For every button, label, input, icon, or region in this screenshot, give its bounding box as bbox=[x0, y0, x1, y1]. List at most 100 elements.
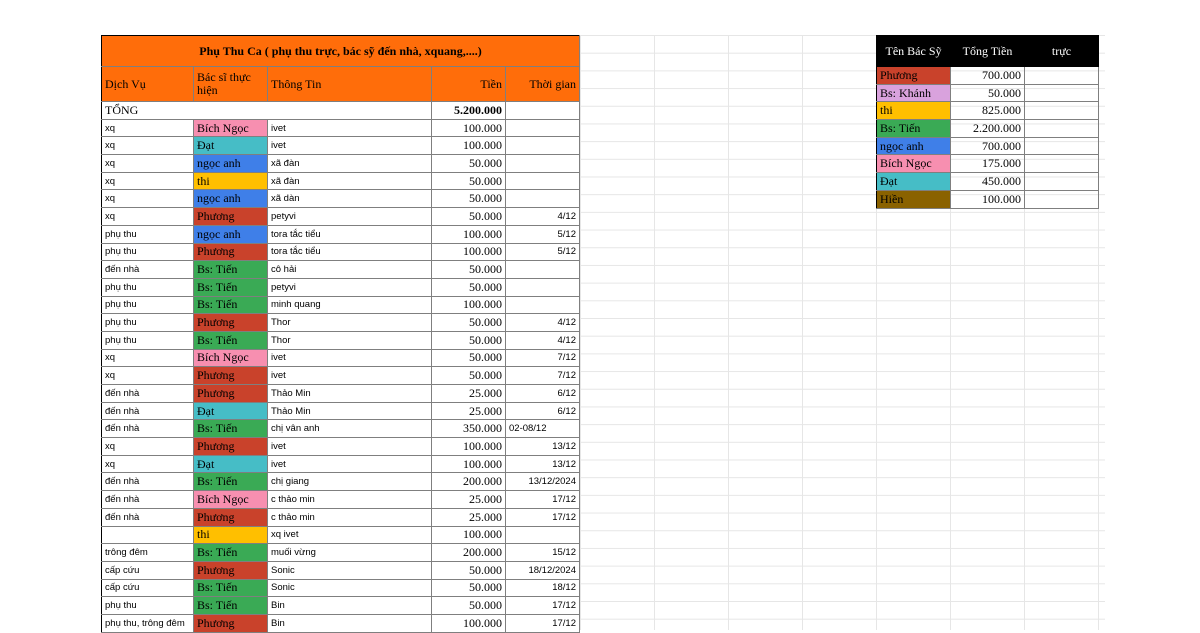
info-cell[interactable]: petyvi bbox=[267, 278, 432, 297]
table-title[interactable]: Phụ Thu Ca ( phụ thu trực, bác sỹ đến nh… bbox=[101, 35, 580, 67]
amount-cell[interactable]: 100.000 bbox=[431, 296, 506, 315]
date-cell[interactable]: 18/12 bbox=[505, 579, 580, 598]
info-cell[interactable]: xã dàn bbox=[267, 189, 432, 209]
amount-cell[interactable]: 50.000 bbox=[431, 154, 506, 173]
amount-cell[interactable]: 50.000 bbox=[431, 561, 506, 580]
amount-cell[interactable]: 50.000 bbox=[431, 189, 506, 209]
info-cell[interactable]: Bin bbox=[267, 596, 432, 615]
header-amount[interactable]: Tiền bbox=[431, 66, 506, 102]
date-cell[interactable] bbox=[505, 172, 580, 191]
amount-cell[interactable]: 50.000 bbox=[431, 596, 506, 615]
total-label[interactable]: TỔNG bbox=[101, 101, 432, 120]
doctor-cell[interactable]: thi bbox=[193, 526, 268, 545]
amount-cell[interactable]: 50.000 bbox=[431, 172, 506, 191]
service-cell[interactable]: cấp cứu bbox=[101, 579, 194, 598]
doctor-cell[interactable]: ngọc anh bbox=[193, 189, 268, 209]
summary-doctor-cell[interactable]: Hiền bbox=[876, 190, 951, 209]
service-cell[interactable]: đến nhà bbox=[101, 490, 194, 509]
info-cell[interactable]: Thảo Min bbox=[267, 402, 432, 421]
summary-doctor-cell[interactable]: Bs: Khánh bbox=[876, 84, 951, 103]
service-cell[interactable]: xq bbox=[101, 455, 194, 474]
service-cell[interactable]: đến nhà bbox=[101, 419, 194, 439]
info-cell[interactable]: ivet bbox=[267, 455, 432, 474]
date-cell[interactable]: 17/12 bbox=[505, 596, 580, 615]
doctor-cell[interactable]: Phương bbox=[193, 207, 268, 226]
summary-duty-cell[interactable] bbox=[1024, 137, 1099, 156]
info-cell[interactable]: Sonic bbox=[267, 561, 432, 580]
doctor-cell[interactable]: Bs: Tiến bbox=[193, 472, 268, 492]
service-cell[interactable]: phụ thu bbox=[101, 296, 194, 315]
doctor-cell[interactable]: Bích Ngọc bbox=[193, 119, 268, 138]
summary-total-cell[interactable]: 2.200.000 bbox=[950, 119, 1025, 138]
info-cell[interactable]: chị vân anh bbox=[267, 419, 432, 439]
doctor-cell[interactable]: Bs: Tiến bbox=[193, 331, 268, 350]
amount-cell[interactable]: 50.000 bbox=[431, 278, 506, 297]
date-cell[interactable]: 13/12 bbox=[505, 437, 580, 456]
info-cell[interactable]: ivet bbox=[267, 136, 432, 156]
summary-total-cell[interactable]: 700.000 bbox=[950, 66, 1025, 85]
amount-cell[interactable]: 25.000 bbox=[431, 384, 506, 403]
service-cell[interactable]: phụ thu, trông đêm bbox=[101, 614, 194, 633]
service-cell[interactable]: xq bbox=[101, 366, 194, 385]
service-cell[interactable]: xq bbox=[101, 119, 194, 138]
date-cell[interactable]: 6/12 bbox=[505, 384, 580, 403]
service-cell[interactable]: xq bbox=[101, 189, 194, 209]
doctor-cell[interactable]: Bs: Tiến bbox=[193, 543, 268, 562]
doctor-cell[interactable]: Phương bbox=[193, 437, 268, 456]
summary-total-cell[interactable]: 825.000 bbox=[950, 101, 1025, 121]
doctor-cell[interactable]: Bs: Tiến bbox=[193, 260, 268, 279]
doctor-cell[interactable]: Bs: Tiến bbox=[193, 296, 268, 315]
date-cell[interactable]: 17/12 bbox=[505, 508, 580, 527]
amount-cell[interactable]: 350.000 bbox=[431, 419, 506, 439]
service-cell[interactable]: phụ thu bbox=[101, 313, 194, 332]
amount-cell[interactable]: 200.000 bbox=[431, 543, 506, 562]
amount-cell[interactable]: 200.000 bbox=[431, 472, 506, 492]
header-service[interactable]: Dịch Vụ bbox=[101, 66, 194, 102]
date-cell[interactable]: 13/12/2024 bbox=[505, 472, 580, 492]
summary-doctor-cell[interactable]: ngọc anh bbox=[876, 137, 951, 156]
service-cell[interactable]: cấp cứu bbox=[101, 561, 194, 580]
date-cell[interactable]: 02-08/12 bbox=[505, 419, 580, 439]
summary-doctor-cell[interactable]: thi bbox=[876, 101, 951, 121]
service-cell[interactable] bbox=[101, 526, 194, 545]
summary-header-duty[interactable]: trực bbox=[1024, 35, 1099, 67]
service-cell[interactable]: xq bbox=[101, 349, 194, 368]
date-cell[interactable] bbox=[505, 189, 580, 209]
amount-cell[interactable]: 100.000 bbox=[431, 437, 506, 456]
amount-cell[interactable]: 50.000 bbox=[431, 313, 506, 332]
info-cell[interactable]: xã đàn bbox=[267, 154, 432, 173]
date-cell[interactable]: 7/12 bbox=[505, 366, 580, 385]
amount-cell[interactable]: 25.000 bbox=[431, 490, 506, 509]
service-cell[interactable]: đến nhà bbox=[101, 402, 194, 421]
date-cell[interactable] bbox=[505, 154, 580, 173]
info-cell[interactable]: xq ivet bbox=[267, 526, 432, 545]
summary-doctor-cell[interactable]: Đạt bbox=[876, 172, 951, 191]
doctor-cell[interactable]: Bích Ngọc bbox=[193, 490, 268, 509]
date-cell[interactable] bbox=[505, 136, 580, 156]
amount-cell[interactable]: 50.000 bbox=[431, 349, 506, 368]
header-time[interactable]: Thời gian bbox=[505, 66, 580, 102]
doctor-cell[interactable]: thi bbox=[193, 172, 268, 191]
header-info[interactable]: Thông Tin bbox=[267, 66, 432, 102]
info-cell[interactable]: tora tắc tiểu bbox=[267, 243, 432, 262]
info-cell[interactable]: ivet bbox=[267, 119, 432, 138]
amount-cell[interactable]: 50.000 bbox=[431, 260, 506, 279]
date-cell[interactable] bbox=[505, 278, 580, 297]
summary-total-cell[interactable]: 700.000 bbox=[950, 137, 1025, 156]
doctor-cell[interactable]: Đạt bbox=[193, 455, 268, 474]
info-cell[interactable]: xã đàn bbox=[267, 172, 432, 191]
summary-total-cell[interactable]: 50.000 bbox=[950, 84, 1025, 103]
total-time-cell[interactable] bbox=[505, 101, 580, 120]
service-cell[interactable]: phụ thu bbox=[101, 243, 194, 262]
date-cell[interactable]: 18/12/2024 bbox=[505, 561, 580, 580]
date-cell[interactable]: 4/12 bbox=[505, 207, 580, 226]
info-cell[interactable]: ivet bbox=[267, 366, 432, 385]
doctor-cell[interactable]: Phương bbox=[193, 313, 268, 332]
summary-duty-cell[interactable] bbox=[1024, 154, 1099, 174]
service-cell[interactable]: xq bbox=[101, 136, 194, 156]
date-cell[interactable]: 13/12 bbox=[505, 455, 580, 474]
info-cell[interactable]: Thảo Min bbox=[267, 384, 432, 403]
amount-cell[interactable]: 100.000 bbox=[431, 526, 506, 545]
info-cell[interactable]: c thảo min bbox=[267, 490, 432, 509]
service-cell[interactable]: phụ thu bbox=[101, 331, 194, 350]
